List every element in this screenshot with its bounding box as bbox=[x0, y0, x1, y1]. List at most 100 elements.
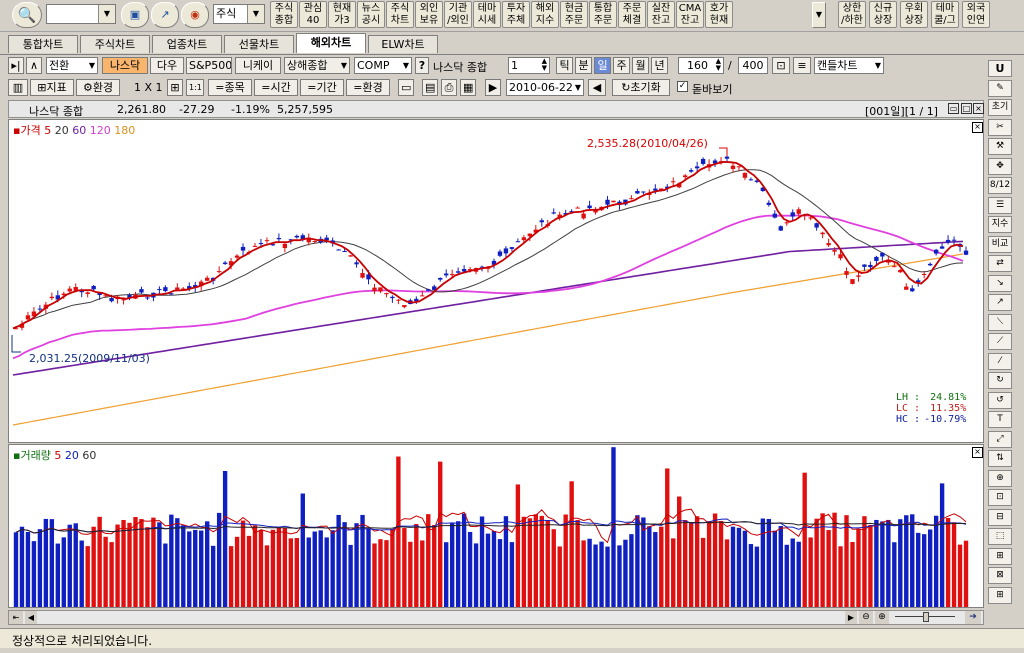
sync-button-0[interactable]: =종목 bbox=[208, 79, 252, 96]
tool-25-icon[interactable]: ⊞ bbox=[988, 547, 1012, 565]
tool-reset[interactable]: 초기 bbox=[988, 99, 1012, 116]
scroll-left-icon[interactable]: ◀ bbox=[25, 611, 37, 624]
goto-first-icon[interactable]: ▸| bbox=[8, 57, 24, 74]
quick-button-9[interactable]: 해외 지수 bbox=[531, 1, 559, 28]
grid-icon[interactable]: ⊞ bbox=[167, 79, 183, 96]
collapse-icon[interactable]: ∧ bbox=[26, 57, 42, 74]
play-icon[interactable]: ▶ bbox=[485, 79, 501, 96]
zoom-in-icon[interactable]: ⊕ bbox=[875, 611, 889, 624]
quick-right-button-1[interactable]: 신규 상장 bbox=[869, 1, 897, 28]
tab-0[interactable]: 통합차트 bbox=[8, 35, 78, 53]
tool-19-icon[interactable]: ⤢ bbox=[988, 430, 1012, 448]
quick-button-1[interactable]: 관심 40 bbox=[299, 1, 327, 28]
chevron-down-icon[interactable]: ▼ bbox=[98, 5, 115, 23]
chart-icon[interactable]: ↗ bbox=[151, 2, 179, 28]
market-sp500-button[interactable]: S&P500 bbox=[186, 57, 232, 74]
quick-right-button-3[interactable]: 테마 쿨/그 bbox=[931, 1, 959, 28]
quick-button-7[interactable]: 테마 시세 bbox=[473, 1, 501, 28]
arrow-right-icon[interactable]: ➔ bbox=[965, 611, 981, 624]
expand-icon[interactable]: ⊡ bbox=[772, 57, 790, 74]
volume-chart-panel[interactable]: ▪거래량 5 20 60 × bbox=[8, 444, 984, 608]
tool-16-icon[interactable]: ↻ bbox=[988, 372, 1012, 389]
close-icon[interactable]: × bbox=[973, 103, 984, 114]
quick-button-12[interactable]: 주문 체결 bbox=[618, 1, 646, 28]
quick-button-8[interactable]: 투자 주체 bbox=[502, 1, 530, 28]
tab-3[interactable]: 선물차트 bbox=[224, 35, 294, 53]
spinner-icon[interactable]: ▲ ▼ bbox=[716, 58, 721, 72]
close-icon[interactable]: × bbox=[972, 447, 983, 458]
date-input[interactable]: 2010-06-22 ▼ bbox=[506, 79, 584, 96]
sync-button-3[interactable]: =환경 bbox=[346, 79, 390, 96]
tool-18-icon[interactable]: T bbox=[988, 411, 1012, 428]
tool-index[interactable]: 지수 bbox=[988, 216, 1012, 233]
quick-right-button-0[interactable]: 상한 /하한 bbox=[838, 1, 866, 28]
quick-button-11[interactable]: 통합 주문 bbox=[589, 1, 617, 28]
period-button-3[interactable]: 주 bbox=[613, 57, 630, 74]
tool-13-icon[interactable]: ⟍ bbox=[988, 313, 1012, 331]
quick-button-3[interactable]: 뉴스 공시 bbox=[357, 1, 385, 28]
tab-5[interactable]: ELW차트 bbox=[368, 35, 438, 53]
search-button[interactable]: 🔍 bbox=[12, 2, 42, 28]
indicator-button[interactable]: ⊞지표 bbox=[30, 79, 74, 96]
quick-button-14[interactable]: CMA 잔고 bbox=[676, 1, 704, 28]
quick-button-2[interactable]: 현재 가3 bbox=[328, 1, 356, 28]
period-button-2[interactable]: 일 bbox=[594, 57, 611, 74]
tool-10-icon[interactable]: ⇄ bbox=[988, 255, 1012, 272]
order-icon[interactable]: ◉ bbox=[181, 2, 209, 28]
quick-right-button-4[interactable]: 외국 인연 bbox=[962, 1, 990, 28]
excel-icon[interactable]: ▦ bbox=[460, 79, 476, 96]
window-icon[interactable]: ▣ bbox=[121, 2, 149, 28]
sync-button-2[interactable]: =기간 bbox=[300, 79, 344, 96]
count-input[interactable]: 160 ▲ ▼ bbox=[678, 57, 724, 74]
env-button[interactable]: ⚙환경 bbox=[76, 79, 120, 96]
tool-range[interactable]: 8/12 bbox=[988, 177, 1012, 194]
save-icon[interactable]: ▤ bbox=[422, 79, 438, 96]
tool-11-icon[interactable]: ↘ bbox=[988, 274, 1012, 292]
quick-button-0[interactable]: 주식 종합 bbox=[270, 1, 298, 28]
list-icon[interactable]: ≡ bbox=[793, 57, 811, 74]
price-chart-panel[interactable]: ▪가격 5 20 60 120 180 × 2,535.28(2010/04/2… bbox=[8, 119, 984, 443]
help-icon[interactable]: ? bbox=[415, 57, 429, 74]
tool-20-icon[interactable]: ⇅ bbox=[988, 450, 1012, 467]
tool-7-icon[interactable]: ☰ bbox=[988, 196, 1012, 214]
market-shanghai-button[interactable]: 상해종합 ▼ bbox=[284, 57, 350, 74]
tool-12-icon[interactable]: ↗ bbox=[988, 294, 1012, 311]
tool-24-icon[interactable]: ⬚ bbox=[988, 528, 1012, 545]
tool-14-icon[interactable]: ⟋ bbox=[988, 333, 1012, 350]
magnifier-checkbox[interactable]: ✓ bbox=[677, 81, 688, 92]
scroll-left-end-icon[interactable]: ⇤ bbox=[9, 611, 23, 624]
tool-23-icon[interactable]: ⊟ bbox=[988, 508, 1012, 526]
tool-27-icon[interactable]: ⊞ bbox=[988, 586, 1012, 604]
tool-5-icon[interactable]: ✥ bbox=[988, 157, 1012, 175]
close-icon[interactable]: × bbox=[972, 122, 983, 133]
tool-15-icon[interactable]: ⁄ bbox=[988, 352, 1012, 370]
stock-select[interactable]: 주식 ▼ bbox=[213, 4, 265, 24]
tool-26-icon[interactable]: ⊠ bbox=[988, 567, 1012, 584]
back-icon[interactable]: ◀ bbox=[588, 79, 606, 96]
quick-button-13[interactable]: 실잔 잔고 bbox=[647, 1, 675, 28]
tool-17-icon[interactable]: ↺ bbox=[988, 391, 1012, 409]
restore-icon[interactable]: ▭ bbox=[948, 103, 959, 114]
horizontal-scrollbar[interactable]: ⇤ ◀ ▶ ⊖ ⊕ ➔ bbox=[8, 610, 984, 625]
sync-button-1[interactable]: =시간 bbox=[254, 79, 298, 96]
reset-button[interactable]: ↻초기화 bbox=[612, 79, 670, 96]
chevron-down-icon[interactable]: ▼ bbox=[247, 5, 264, 23]
chevron-down-icon[interactable]: ▼ bbox=[812, 2, 826, 28]
period-input[interactable]: 1 ▲ ▼ bbox=[508, 57, 550, 74]
zoom-slider-handle[interactable] bbox=[923, 612, 929, 622]
tool-22-icon[interactable]: ⊡ bbox=[988, 489, 1012, 506]
quick-button-10[interactable]: 현금 주문 bbox=[560, 1, 588, 28]
quick-button-5[interactable]: 외인 보유 bbox=[415, 1, 443, 28]
code-combo[interactable]: ▼ bbox=[46, 4, 116, 24]
tab-1[interactable]: 주식차트 bbox=[80, 35, 150, 53]
period-button-1[interactable]: 분 bbox=[575, 57, 592, 74]
quick-button-4[interactable]: 주식 차트 bbox=[386, 1, 414, 28]
period-button-4[interactable]: 월 bbox=[632, 57, 649, 74]
tool-compare[interactable]: 비교 bbox=[988, 235, 1012, 253]
tab-2[interactable]: 업종차트 bbox=[152, 35, 222, 53]
tool-3-icon[interactable]: ✂ bbox=[988, 118, 1012, 136]
market-dow-button[interactable]: 다우 bbox=[150, 57, 184, 74]
zoom-out-icon[interactable]: ⊖ bbox=[859, 611, 873, 624]
market-nasdaq-button[interactable]: 나스닥 bbox=[102, 57, 148, 74]
one-to-one-icon[interactable]: 1:1 bbox=[186, 79, 204, 96]
